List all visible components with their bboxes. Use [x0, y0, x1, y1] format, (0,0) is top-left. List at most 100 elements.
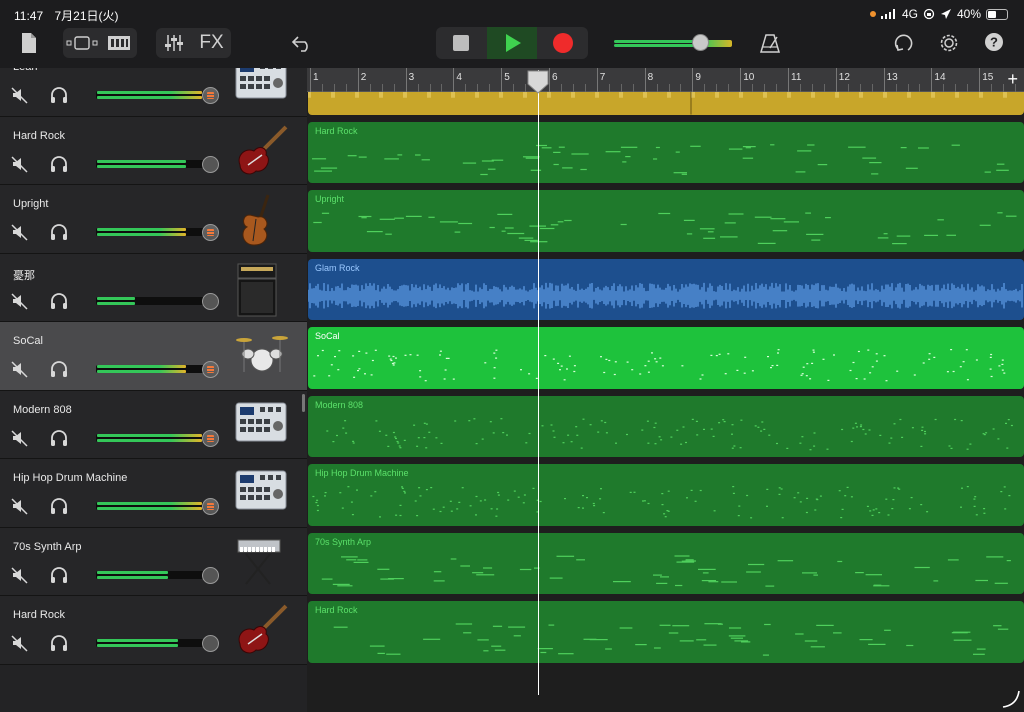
mute-icon[interactable]	[11, 292, 29, 310]
beat-tick	[381, 84, 383, 92]
track-lanes[interactable]: Hard Rock Upright Glam Rock SoCal Modern 808…	[307, 92, 1024, 712]
bar-number: 1	[313, 72, 319, 83]
drum-machine-icon[interactable]	[234, 68, 290, 108]
electric-guitar-icon[interactable]	[234, 604, 290, 656]
keyboard-synth-icon[interactable]	[234, 536, 290, 588]
track-header[interactable]: Lean	[0, 68, 307, 117]
transport-controls	[436, 27, 588, 59]
drum-kit-icon[interactable]	[234, 330, 290, 382]
solo-headphones-icon[interactable]	[49, 360, 69, 378]
track-volume-slider[interactable]	[96, 498, 219, 515]
mute-icon[interactable]	[11, 155, 29, 173]
volume-knob[interactable]	[202, 292, 219, 310]
record-button[interactable]	[537, 27, 588, 59]
region[interactable]: SoCal	[308, 327, 1024, 389]
stop-button[interactable]	[436, 27, 487, 59]
region[interactable]: Hip Hop Drum Machine	[308, 464, 1024, 526]
track-volume-slider[interactable]	[96, 566, 219, 584]
mute-icon[interactable]	[11, 223, 29, 241]
timeline-ruler[interactable]: + 1 2 3 4 5 6 7 8 9 10 11 12 13 14 15	[307, 68, 1024, 92]
track-header[interactable]: Modern 808	[0, 390, 307, 459]
loop-browser-icon[interactable]	[892, 30, 916, 56]
region[interactable]: 70s Synth Arp	[308, 532, 1024, 594]
track-volume-slider[interactable]	[96, 429, 219, 447]
play-button[interactable]	[486, 27, 538, 59]
my-songs-icon[interactable]	[18, 30, 40, 56]
mute-icon[interactable]	[11, 86, 29, 104]
region[interactable]	[308, 92, 1024, 115]
master-volume-knob[interactable]	[692, 34, 709, 51]
region[interactable]: Upright	[308, 190, 1024, 252]
track-volume-slider[interactable]	[96, 87, 219, 104]
header-resize-handle[interactable]	[302, 394, 305, 412]
level-meter-left	[97, 91, 202, 94]
bar-number: 4	[456, 72, 462, 83]
region[interactable]: Hard Rock	[308, 121, 1024, 183]
volume-knob[interactable]	[202, 361, 219, 378]
beat-tick	[1015, 84, 1017, 92]
bar-number: 9	[695, 72, 701, 83]
solo-headphones-icon[interactable]	[49, 223, 69, 241]
region[interactable]: Glam Rock	[308, 258, 1024, 320]
solo-headphones-icon[interactable]	[49, 566, 69, 584]
drum-machine-icon[interactable]	[234, 399, 290, 451]
solo-headphones-icon[interactable]	[49, 292, 69, 310]
track-header[interactable]: Hip Hop Drum Machine	[0, 459, 307, 528]
region[interactable]: Hard Rock	[308, 601, 1024, 663]
bar-tick	[931, 68, 933, 92]
amp-stack-icon[interactable]	[234, 262, 290, 316]
track-volume-slider[interactable]	[96, 361, 219, 378]
beat-tick	[393, 84, 395, 92]
solo-headphones-icon[interactable]	[49, 86, 69, 104]
volume-knob[interactable]	[202, 429, 219, 447]
drum-machine-icon[interactable]	[234, 467, 290, 519]
mute-icon[interactable]	[11, 566, 29, 584]
master-volume-slider[interactable]	[614, 34, 732, 51]
track-volume-slider[interactable]	[96, 635, 219, 652]
track-header[interactable]: 憂那	[0, 253, 307, 322]
help-icon[interactable]: ?	[983, 31, 1005, 53]
metronome-icon[interactable]	[758, 30, 782, 56]
track-header[interactable]: SoCal	[0, 322, 307, 391]
beat-tick	[489, 84, 491, 92]
volume-knob[interactable]	[202, 155, 219, 173]
track-header[interactable]: Hard Rock	[0, 116, 307, 185]
track-volume-slider[interactable]	[96, 292, 219, 310]
add-section-button[interactable]: +	[1007, 69, 1018, 90]
track-volume-slider[interactable]	[96, 155, 219, 173]
upright-bass-icon[interactable]	[234, 193, 290, 246]
beat-tick	[560, 84, 562, 92]
undo-icon[interactable]	[290, 31, 314, 55]
beat-tick	[991, 84, 993, 92]
mixer-icon[interactable]	[156, 28, 192, 58]
bar-tick	[310, 68, 311, 92]
track-header[interactable]: Hard Rock	[0, 596, 307, 665]
track-volume-slider[interactable]	[96, 224, 219, 241]
solo-headphones-icon[interactable]	[49, 155, 69, 173]
settings-gear-icon[interactable]	[936, 30, 962, 56]
playhead-handle[interactable]	[527, 70, 549, 94]
track-header[interactable]: 70s Synth Arp	[0, 527, 307, 596]
resize-corner-icon[interactable]	[1000, 688, 1022, 710]
volume-knob[interactable]	[202, 224, 219, 241]
solo-headphones-icon[interactable]	[49, 429, 69, 447]
region[interactable]: Modern 808	[308, 395, 1024, 457]
bar-tick	[501, 68, 503, 92]
bar-number: 13	[886, 72, 898, 83]
volume-knob[interactable]	[202, 635, 219, 652]
mute-icon[interactable]	[11, 497, 29, 515]
mute-icon[interactable]	[11, 634, 29, 652]
track-header[interactable]: Upright	[0, 185, 307, 254]
volume-knob[interactable]	[202, 87, 219, 104]
mute-icon[interactable]	[11, 360, 29, 378]
tracks-view-icon[interactable]	[100, 28, 137, 58]
browser-view-icon[interactable]	[63, 28, 100, 58]
solo-headphones-icon[interactable]	[49, 634, 69, 652]
mute-icon[interactable]	[11, 429, 29, 447]
solo-headphones-icon[interactable]	[49, 497, 69, 515]
track-name: Hard Rock	[13, 129, 65, 142]
fx-button[interactable]: FX	[192, 28, 231, 58]
volume-knob[interactable]	[202, 498, 219, 515]
volume-knob[interactable]	[202, 566, 219, 584]
electric-guitar-icon[interactable]	[234, 125, 290, 177]
